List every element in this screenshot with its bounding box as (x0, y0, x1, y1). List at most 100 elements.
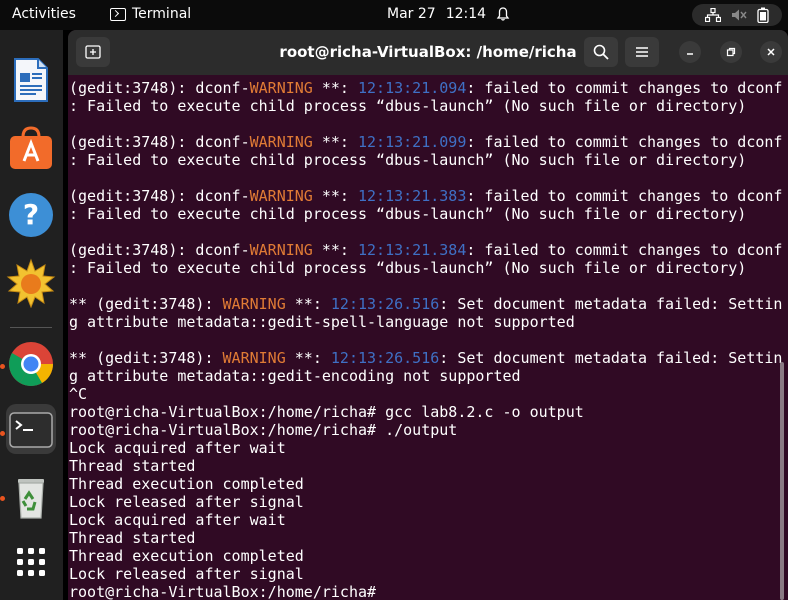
hamburger-menu-icon (636, 47, 648, 57)
restore-icon (726, 47, 736, 57)
dock: ? (0, 30, 63, 600)
dock-google-chrome[interactable] (6, 339, 56, 389)
terminal-text: ** (gedit:3748): (69, 295, 223, 313)
terminal-text: root@richa-VirtualBox:/home/richa# gcc l… (69, 403, 584, 421)
terminal-line: ** (gedit:3748): WARNING **: 12:13:26.51… (69, 295, 788, 313)
terminal-line: (gedit:3748): dconf-WARNING **: 12:13:21… (69, 133, 788, 151)
scrollbar[interactable] (780, 362, 784, 600)
terminal-text: Thread started (69, 457, 196, 475)
terminal-line: Lock acquired after wait (69, 439, 788, 457)
chrome-icon (9, 342, 53, 386)
warning-label: WARNING (222, 349, 286, 367)
terminal-line: Lock released after signal (69, 565, 788, 583)
terminal-text: Thread started (69, 529, 196, 547)
terminal-text: (gedit:3748): dconf- (69, 187, 250, 205)
terminal-line: ** (gedit:3748): WARNING **: 12:13:26.51… (69, 349, 788, 367)
terminal-text: **: (285, 295, 331, 313)
trash-icon (18, 479, 44, 519)
dock-sun-app[interactable] (6, 258, 56, 309)
terminal-text: Lock acquired after wait (69, 439, 286, 457)
dock-libreoffice-writer[interactable] (6, 55, 56, 105)
timestamp: 12:13:26.516 (330, 349, 440, 367)
warning-label: WARNING (249, 241, 313, 259)
terminal-text: : Failed to execute child process “dbus-… (69, 259, 747, 277)
timestamp: 12:13:21.384 (358, 241, 467, 259)
timestamp: 12:13:21.099 (358, 133, 467, 151)
menu-button[interactable] (625, 37, 659, 67)
minimize-icon (687, 53, 693, 55)
terminal-text: g attribute metadata::gedit-spell-langua… (69, 313, 575, 331)
svg-text:?: ? (23, 198, 39, 231)
terminal-text: (gedit:3748): dconf- (69, 241, 250, 259)
top-bar: Activities Terminal Mar 27 12:14 (0, 0, 788, 30)
terminal-line: root@richa-VirtualBox:/home/richa# ./out… (69, 421, 788, 439)
terminal-text: **: (312, 79, 358, 97)
terminal-text: Lock released after signal (69, 565, 304, 583)
terminal-window: root@richa-VirtualBox: /home/richa (gedi… (68, 30, 788, 600)
warning-label: WARNING (222, 295, 286, 313)
dock-app-center[interactable] (6, 123, 56, 173)
clock-date: Mar 27 (387, 6, 436, 22)
terminal-text: Thread execution completed (69, 547, 304, 565)
timestamp: 12:13:21.094 (358, 79, 467, 97)
terminal-text: : Set document metadata failed: Settin (439, 295, 783, 313)
libreoffice-writer-icon (14, 58, 48, 102)
terminal-app-icon (9, 412, 53, 448)
minimize-button[interactable] (679, 41, 701, 63)
terminal-text: : Failed to execute child process “dbus-… (69, 205, 747, 223)
app-menu[interactable]: Terminal (110, 6, 191, 22)
help-icon: ? (9, 193, 53, 237)
dock-separator (10, 327, 52, 328)
terminal-text: : failed to commit changes to dconf (466, 187, 783, 205)
terminal-line: Lock acquired after wait (69, 511, 788, 529)
warning-label: WARNING (249, 133, 313, 151)
volume-muted-icon (732, 9, 747, 21)
dock-show-applications[interactable] (6, 537, 56, 587)
terminal-text: g attribute metadata::gedit-encoding not… (69, 367, 521, 385)
terminal-text: Thread execution completed (69, 475, 304, 493)
dock-trash[interactable] (6, 472, 56, 522)
terminal-line: : Failed to execute child process “dbus-… (69, 151, 788, 169)
warning-label: WARNING (249, 79, 313, 97)
terminal-text: ** (gedit:3748): (69, 349, 223, 367)
dock-help[interactable]: ? (6, 190, 56, 240)
terminal-line: Thread execution completed (69, 547, 788, 565)
activities-button[interactable]: Activities (12, 6, 76, 22)
app-center-icon (10, 126, 52, 169)
running-indicator (0, 364, 5, 369)
terminal-line: (gedit:3748): dconf-WARNING **: 12:13:21… (69, 241, 788, 259)
running-indicator (0, 431, 5, 436)
terminal-output[interactable]: (gedit:3748): dconf-WARNING **: 12:13:21… (69, 79, 788, 600)
terminal-text: : Failed to execute child process “dbus-… (69, 97, 747, 115)
close-icon (767, 48, 775, 56)
terminal-text: ^C (69, 385, 88, 403)
battery-icon (757, 7, 769, 23)
terminal-text: (gedit:3748): dconf- (69, 133, 250, 151)
network-icon (705, 8, 721, 22)
close-button[interactable] (760, 41, 782, 63)
terminal-line: Thread started (69, 457, 788, 475)
search-button[interactable] (584, 37, 618, 67)
terminal-icon (110, 7, 126, 21)
terminal-line: ^C (69, 385, 788, 403)
terminal-line: (gedit:3748): dconf-WARNING **: 12:13:21… (69, 187, 788, 205)
terminal-text: Lock acquired after wait (69, 511, 286, 529)
header-bar: root@richa-VirtualBox: /home/richa (68, 30, 788, 75)
terminal-text: Lock released after signal (69, 493, 304, 511)
terminal-text: **: (285, 349, 331, 367)
system-tray[interactable] (692, 4, 782, 26)
terminal-text: : Set document metadata failed: Settin (439, 349, 783, 367)
clock-time: 12:14 (445, 6, 487, 22)
app-menu-label: Terminal (132, 6, 192, 22)
dock-terminal[interactable] (6, 404, 56, 454)
clock[interactable]: Mar 27 12:14 (387, 6, 510, 22)
maximize-button[interactable] (720, 41, 742, 63)
warning-label: WARNING (249, 187, 313, 205)
terminal-text: **: (312, 187, 358, 205)
terminal-text: (gedit:3748): dconf- (69, 79, 250, 97)
terminal-text: root@richa-VirtualBox:/home/richa# ./out… (69, 421, 458, 439)
terminal-text: : failed to commit changes to dconf (466, 241, 783, 259)
